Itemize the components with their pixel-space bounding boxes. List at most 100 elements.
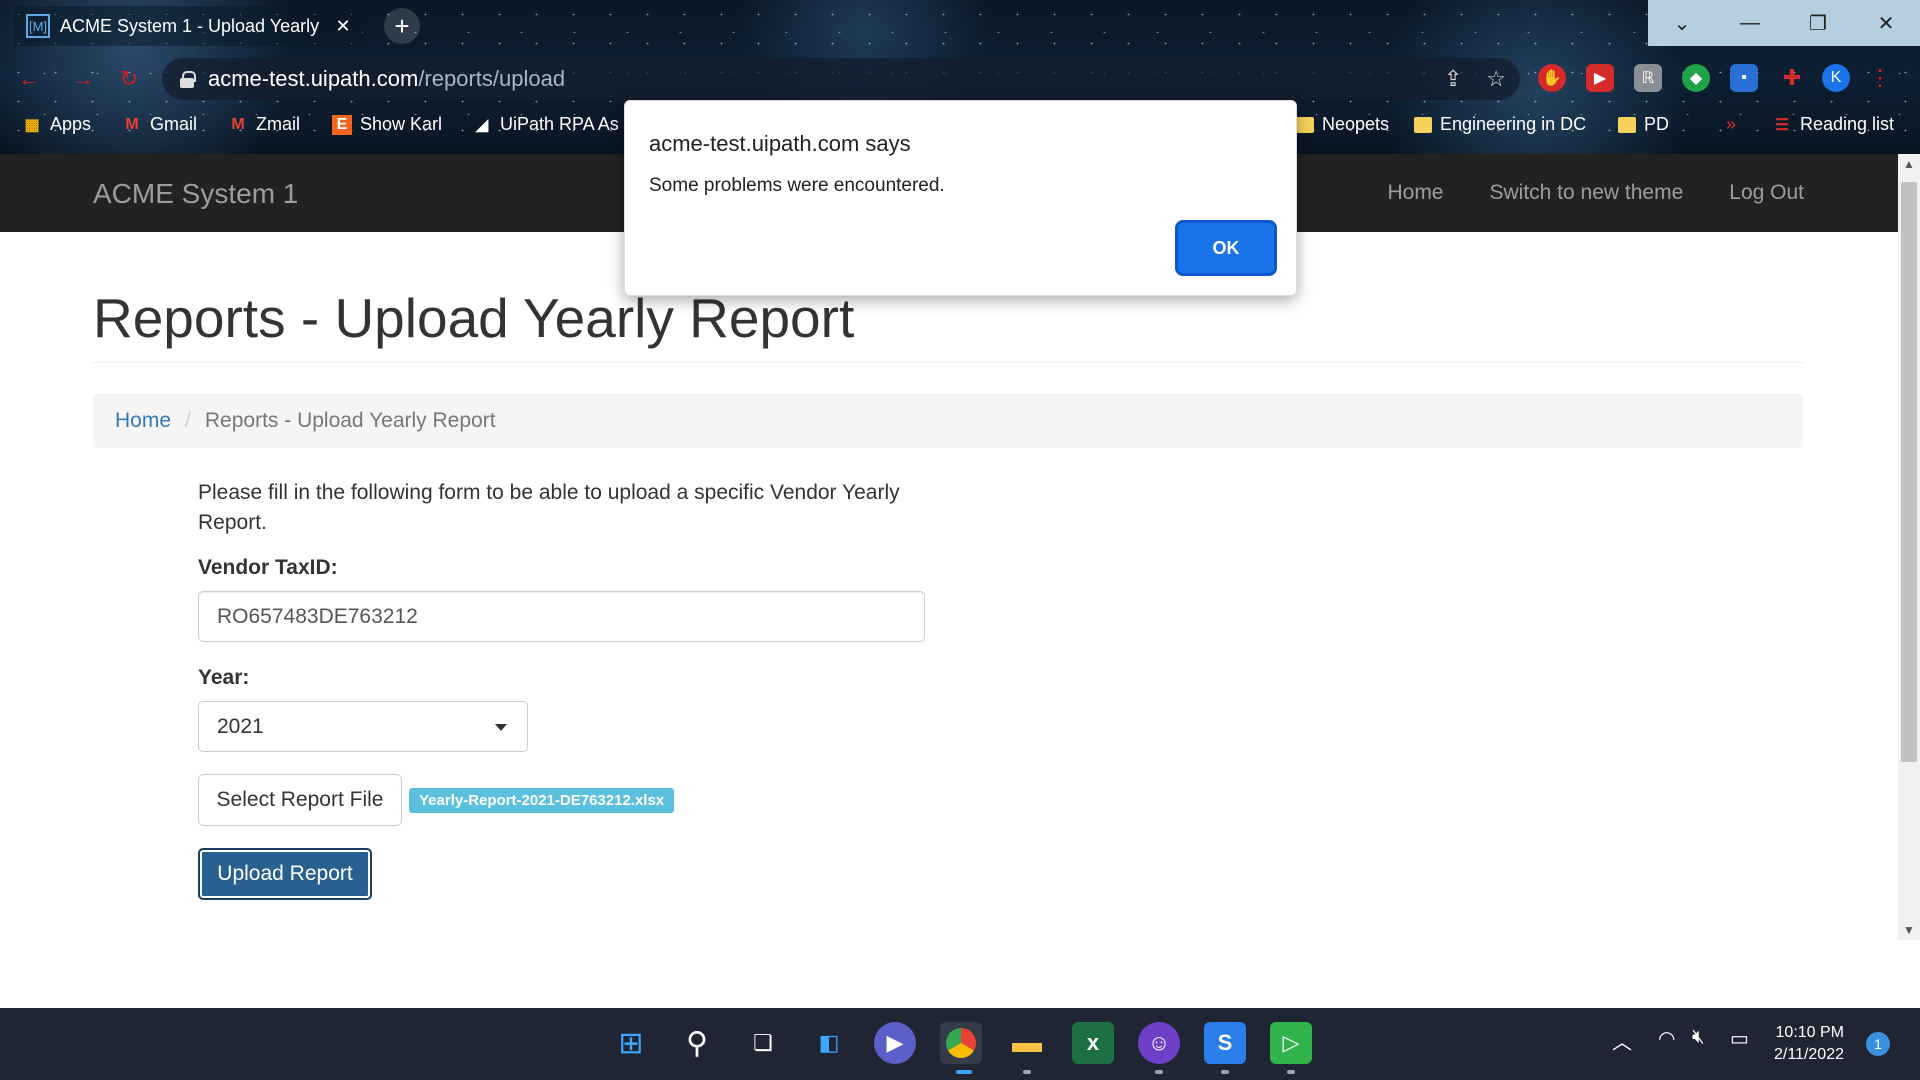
back-button[interactable]: ← <box>14 64 44 94</box>
dialog-title: acme-test.uipath.com says <box>649 131 911 156</box>
bookmark-pd[interactable]: PD <box>1618 114 1669 135</box>
excel-icon[interactable]: x <box>1072 1022 1114 1064</box>
chrome-icon[interactable] <box>940 1022 982 1064</box>
close-icon: ✕ <box>1877 12 1895 35</box>
bookmark-engineering[interactable]: Engineering in DC <box>1414 114 1586 135</box>
uipath-assistant-icon[interactable]: ▷ <box>1270 1022 1312 1064</box>
github-icon[interactable]: ☺ <box>1138 1022 1180 1064</box>
minimize-button[interactable]: — <box>1716 0 1784 46</box>
teams-chat-icon[interactable]: ▶ <box>874 1022 916 1064</box>
upload-report-button[interactable]: Upload Report <box>198 848 372 900</box>
bookmark-show-karl[interactable]: E Show Karl <box>332 114 442 135</box>
breadcrumb-separator: / <box>185 409 191 432</box>
shield-extension-icon[interactable]: ◆ <box>1682 64 1710 92</box>
breadcrumb-home-link[interactable]: Home <box>115 409 171 433</box>
dialog-ok-button[interactable]: OK <box>1178 223 1274 273</box>
apps-grid-icon: ▦ <box>24 116 40 134</box>
new-tab-button[interactable]: + <box>384 8 420 44</box>
speaker-muted-icon[interactable]: 🔇︎ <box>1692 1026 1705 1049</box>
scroll-down-arrow-icon[interactable]: ▼ <box>1898 920 1920 940</box>
menu-kebab-icon[interactable]: ⋮ <box>1866 64 1894 92</box>
tab-search-button[interactable]: ⌄ <box>1648 0 1716 46</box>
forward-button[interactable]: → <box>68 64 98 94</box>
notification-badge[interactable]: 1 <box>1866 1032 1890 1056</box>
vendor-taxid-input[interactable]: RO657483DE763212 <box>198 591 925 642</box>
extensions-puzzle-icon[interactable]: ✚ <box>1778 64 1806 92</box>
puzzle-extension-icon[interactable]: ℝ <box>1634 64 1662 92</box>
bookmark-apps[interactable]: ▦ Apps <box>22 114 91 135</box>
scroll-thumb[interactable] <box>1901 182 1917 762</box>
chevron-down-icon: ⌄ <box>1673 12 1691 35</box>
restore-icon: ❐ <box>1809 12 1827 35</box>
form-intro-text: Please fill in the following form to be … <box>198 481 900 534</box>
dialog-message: Some problems were encountered. <box>649 175 945 196</box>
explorer-running-indicator <box>1023 1070 1031 1074</box>
bookmark-zmail[interactable]: M Zmail <box>228 114 300 135</box>
minimize-icon: — <box>1740 11 1760 34</box>
year-select[interactable]: 2021 <box>198 701 528 752</box>
bookmark-neopets[interactable]: Neopets <box>1296 114 1389 135</box>
brand-link[interactable]: ACME System 1 <box>93 178 298 210</box>
restore-button[interactable]: ❐ <box>1784 0 1852 46</box>
close-window-button[interactable]: ✕ <box>1852 0 1920 46</box>
system-clock[interactable]: 10:10 PM 2/11/2022 <box>1774 1022 1844 1066</box>
dropdown-caret-icon <box>495 724 507 731</box>
wifi-icon[interactable]: ◠ <box>1658 1026 1675 1051</box>
more-bookmarks-button[interactable]: » <box>1726 114 1736 135</box>
adblock-extension-icon[interactable]: ✋ <box>1538 64 1566 92</box>
task-view-icon[interactable]: ❏ <box>742 1022 784 1064</box>
browser-tab[interactable]: [M] ACME System 1 - Upload Yearly ✕ <box>14 6 366 46</box>
uipath-extension-icon[interactable]: ▪ <box>1730 64 1758 92</box>
share-icon[interactable]: ⇪ <box>1444 66 1462 92</box>
folder-icon <box>1296 116 1314 133</box>
nav-switch-theme-link[interactable]: Switch to new theme <box>1490 181 1684 205</box>
etsy-icon: E <box>332 114 352 135</box>
reload-icon: ↻ <box>119 66 139 91</box>
breadcrumb: Home / Reports - Upload Yearly Report <box>93 394 1803 448</box>
bookmark-label: PD <box>1644 114 1670 134</box>
windows-taskbar: ⊞ ⚲ ❏ ◧ ▶ ▬ x ☺ S ▷ ︿ ◠ 🔇︎ ▭ 10:10 PM 2/… <box>0 1008 1920 1080</box>
reload-button[interactable]: ↻ <box>114 64 144 94</box>
profile-avatar[interactable]: K <box>1822 64 1850 92</box>
forward-arrow-icon: → <box>72 66 94 91</box>
nav-logout-link[interactable]: Log Out <box>1729 181 1804 205</box>
bookmark-label: Reading list <box>1800 114 1895 134</box>
nav-home-link[interactable]: Home <box>1387 181 1443 205</box>
year-label: Year: <box>198 666 250 689</box>
bookmark-uipath[interactable]: ◢ UiPath RPA As <box>472 114 619 135</box>
bookmark-star-icon[interactable]: ☆ <box>1486 66 1506 92</box>
bookmark-gmail[interactable]: M Gmail <box>122 114 197 135</box>
file-explorer-icon[interactable]: ▬ <box>1006 1022 1048 1064</box>
bookmark-label: Zmail <box>256 114 300 134</box>
assistant-running-indicator <box>1287 1070 1295 1074</box>
chevron-up-icon[interactable]: ︿ <box>1612 1026 1632 1055</box>
reading-list-button[interactable]: ☰ Reading list <box>1772 114 1894 135</box>
close-tab-icon[interactable]: ✕ <box>332 16 354 37</box>
bookmark-label: UiPath RPA As <box>500 114 619 134</box>
page-scrollbar[interactable]: ▲ ▼ <box>1898 154 1920 940</box>
bookmark-label: Gmail <box>150 114 198 134</box>
nav-links: Home Switch to new theme Log Out <box>1387 181 1804 205</box>
studio-running-indicator <box>1221 1070 1229 1074</box>
github-running-indicator <box>1155 1070 1163 1074</box>
video-extension-icon[interactable]: ▶ <box>1586 64 1614 92</box>
bookmark-label: Engineering in DC <box>1440 114 1587 134</box>
selected-file-badge: Yearly-Report-2021-DE763212.xlsx <box>409 788 675 813</box>
url-path: /reports/upload <box>418 66 566 91</box>
address-row: ← → ↻ acme-test.uipath.com/reports/uploa… <box>0 56 1920 102</box>
year-selected-value: 2021 <box>217 714 264 738</box>
breadcrumb-current: Reports - Upload Yearly Report <box>204 409 496 432</box>
windows-start-icon[interactable]: ⊞ <box>610 1022 652 1064</box>
alert-dialog: acme-test.uipath.com says Some problems … <box>624 100 1297 296</box>
battery-icon[interactable]: ▭ <box>1730 1026 1749 1051</box>
bookmark-label: Neopets <box>1322 114 1390 134</box>
gmail-icon: M <box>231 115 245 133</box>
title-divider <box>93 362 1803 363</box>
select-report-file-button[interactable]: Select Report File <box>198 774 402 826</box>
scroll-up-arrow-icon[interactable]: ▲ <box>1898 154 1920 174</box>
search-icon[interactable]: ⚲ <box>676 1022 718 1064</box>
acme-favicon-icon: [M] <box>26 14 50 38</box>
uipath-studio-icon[interactable]: S <box>1204 1022 1246 1064</box>
widgets-icon[interactable]: ◧ <box>808 1022 850 1064</box>
address-bar[interactable]: acme-test.uipath.com/reports/upload ⇪ ☆ <box>162 58 1520 100</box>
